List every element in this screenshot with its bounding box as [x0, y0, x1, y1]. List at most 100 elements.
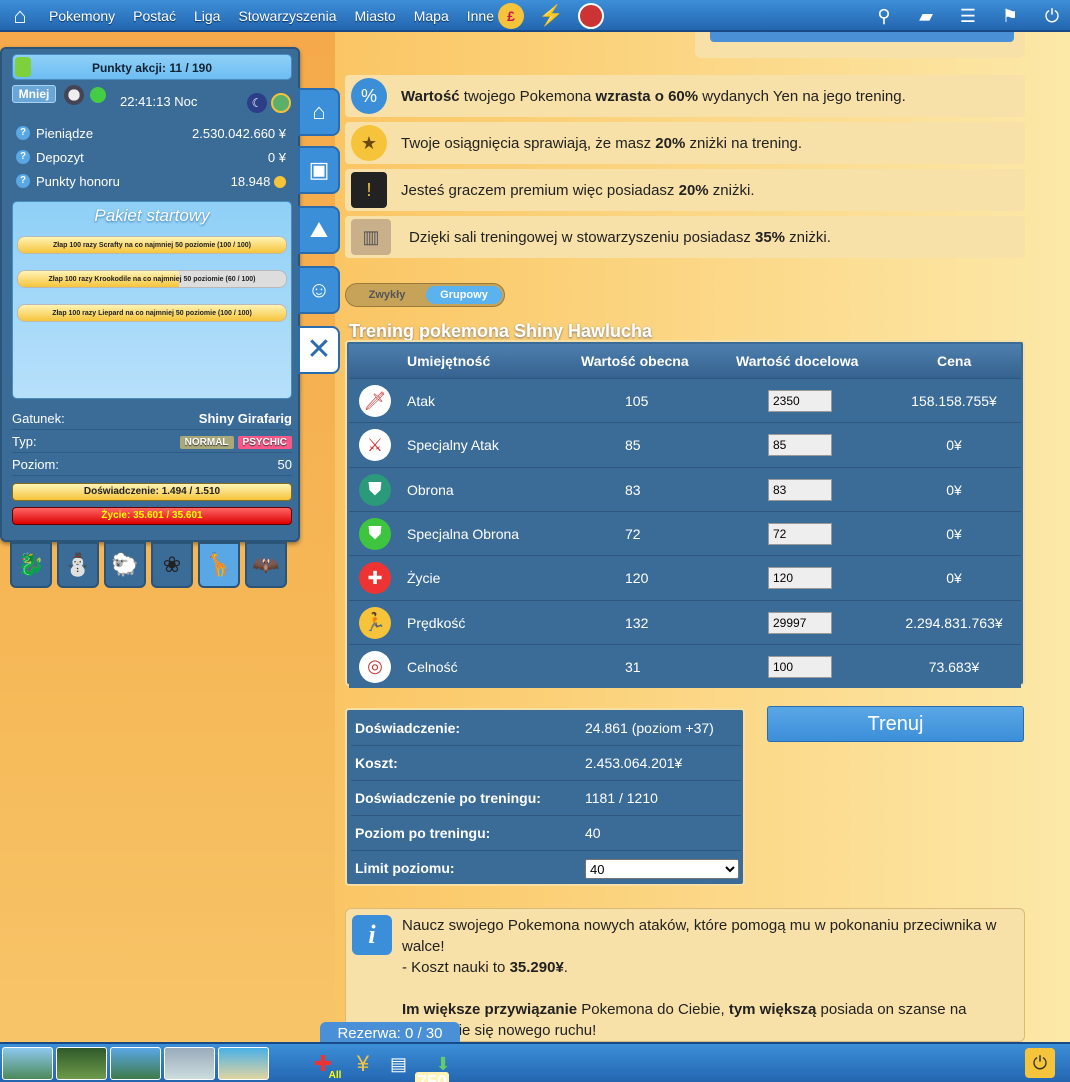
- coin-icon[interactable]: [271, 93, 291, 113]
- stat-price: 0¥: [946, 481, 962, 498]
- honor-coin-icon: [274, 176, 286, 189]
- power-icon[interactable]: ⏻: [1042, 6, 1062, 27]
- clock: 22:41:13 Noc: [120, 94, 197, 109]
- stat-target-input[interactable]: [768, 655, 832, 678]
- hp-bar: Życie: 35.601 / 35.601: [12, 507, 292, 525]
- yen-icon[interactable]: ¥: [350, 1050, 376, 1078]
- left-panel: Punkty akcji: 11 / 190 Mniej 22:41:13 No…: [0, 47, 300, 542]
- lightning-icon[interactable]: ⚡: [538, 3, 564, 29]
- stat-row: 🗡 Atak 105 158.158.755¥: [349, 378, 1021, 422]
- summary-row: Doświadczenie po treningu: 1181 / 1210: [351, 781, 741, 816]
- nav-mapa[interactable]: Mapa: [405, 0, 458, 32]
- info4-post: zniżki.: [785, 228, 831, 246]
- money-transfer-icon[interactable]: ⬇: [430, 1050, 456, 1078]
- shield-icon: ⛊: [359, 473, 391, 506]
- info-line3: Im większe przywiązanie Pokemona do Cieb…: [402, 999, 1018, 1041]
- heal-all-label: All: [328, 1070, 342, 1081]
- premium-icon: !: [351, 172, 387, 208]
- summary-row: Koszt: 2.453.064.201¥: [351, 746, 741, 781]
- coin-shop-icon[interactable]: £: [498, 3, 524, 29]
- starter-pack: Pakiet startowy Złap 100 razy Scrafty na…: [12, 201, 292, 399]
- stat-row: ⛊ Specjalna Obrona 72 0¥: [349, 510, 1021, 555]
- nav-liga[interactable]: Liga: [185, 0, 229, 32]
- target-icon: ◎: [359, 650, 391, 683]
- map-thumbnail[interactable]: [110, 1047, 161, 1080]
- percent-icon: %: [351, 78, 387, 114]
- stat-target-input[interactable]: [768, 567, 832, 590]
- quest-label: Złap 100 razy Scrafty na co najmniej 50 …: [52, 242, 252, 249]
- lvl-after-label: Poziom po treningu:: [355, 825, 491, 841]
- summary-row: Doświadczenie: 24.861 (poziom +37): [351, 711, 741, 746]
- team-slot-selected[interactable]: 🦒: [198, 542, 240, 588]
- pokedex-icon[interactable]: [578, 3, 604, 29]
- map-thumbnail[interactable]: [2, 1047, 53, 1080]
- weather-icon: [64, 85, 84, 105]
- xp-bar: Doświadczenie: 1.494 / 1.510: [12, 483, 292, 501]
- tab-group[interactable]: Grupowy: [426, 286, 502, 304]
- map-thumbnail[interactable]: [56, 1047, 107, 1080]
- level-value: 50: [277, 456, 292, 472]
- info2-bold: 20%: [655, 134, 686, 152]
- team-slot[interactable]: 🦇: [245, 542, 287, 588]
- home-icon[interactable]: ⌂: [6, 2, 34, 30]
- stat-row: ⛊ Obrona 83 0¥: [349, 466, 1021, 511]
- stat-target-input[interactable]: [768, 611, 832, 634]
- team-slot[interactable]: ❀: [151, 542, 193, 588]
- logout-power-icon[interactable]: ⏻: [1025, 1048, 1055, 1078]
- honor-row: ? Punkty honoru 18.948: [12, 169, 292, 193]
- action-points-fill: [15, 57, 31, 77]
- tab-normal[interactable]: Zwykły: [348, 286, 426, 304]
- team-slot[interactable]: 🐑: [104, 542, 146, 588]
- team-slot[interactable]: ⛄: [57, 542, 99, 588]
- ticket-icon[interactable]: ▤750: [390, 1050, 450, 1082]
- train-button[interactable]: Trenuj: [767, 706, 1024, 742]
- status-icon: [90, 87, 106, 103]
- less-button[interactable]: Mniej: [12, 85, 56, 103]
- map-thumbnail[interactable]: [164, 1047, 215, 1080]
- xp-after-value: 1181 / 1210: [585, 790, 658, 806]
- header-price: Cena: [937, 353, 972, 369]
- info-row-achievements: ★ Twoje osiągnięcia sprawiają, że masz 2…: [345, 122, 1025, 164]
- search-icon[interactable]: ⚲: [874, 6, 894, 27]
- house-icon[interactable]: ⌂: [298, 88, 340, 136]
- info1-bold: wzrasta o 60%: [595, 87, 699, 105]
- stat-target-input[interactable]: [768, 522, 832, 545]
- info-line2-bold: 35.290¥: [509, 959, 564, 976]
- stat-target-input[interactable]: [768, 478, 832, 501]
- info-icon: i: [352, 915, 392, 955]
- nav-miasto[interactable]: Miasto: [345, 0, 404, 32]
- stat-current: 120: [625, 570, 649, 587]
- trainer-icon[interactable]: ☺: [298, 266, 340, 314]
- level-label: Poziom:: [12, 456, 59, 472]
- running-icon: 🏃: [359, 606, 391, 639]
- nav-inne[interactable]: Inne: [458, 0, 503, 32]
- gym-building-icon: ▥: [351, 219, 391, 255]
- stat-target-input[interactable]: [768, 434, 832, 457]
- nav-pokemony[interactable]: Pokemony: [40, 0, 124, 32]
- honor-label: Punkty honoru: [36, 173, 120, 189]
- stat-row: ✚ Życie 120 0¥: [349, 555, 1021, 600]
- stat-name: Specjalna Obrona: [407, 525, 520, 542]
- close-icon[interactable]: ✕: [298, 326, 340, 374]
- help-icon[interactable]: ?: [16, 150, 30, 164]
- team-slot[interactable]: 🐉: [10, 542, 52, 588]
- map-thumbnail[interactable]: [218, 1047, 269, 1080]
- nav-postac[interactable]: Postać: [124, 0, 185, 32]
- nav-stowarzyszenia[interactable]: Stowarzyszenia: [229, 0, 345, 32]
- mountain-icon[interactable]: ⛰: [298, 206, 340, 254]
- stat-target-input[interactable]: [768, 390, 832, 412]
- level-limit-select[interactable]: 40: [585, 859, 739, 879]
- chat-icon[interactable]: ▰: [916, 6, 936, 27]
- help-icon[interactable]: ?: [16, 174, 30, 188]
- xp-label: Doświadczenie:: [355, 720, 461, 736]
- stat-current: 105: [625, 393, 649, 409]
- server-icon[interactable]: ☰: [958, 6, 978, 27]
- help-icon[interactable]: ?: [16, 126, 30, 140]
- announcement-icon[interactable]: ⚑: [1000, 6, 1020, 27]
- header-target: Wartość docelowa: [736, 353, 859, 369]
- heal-all-icon[interactable]: ✚ All: [310, 1050, 342, 1081]
- backpack-icon[interactable]: ▣: [298, 146, 340, 194]
- stat-row: 🏃 Prędkość 132 2.294.831.763¥: [349, 599, 1021, 644]
- stat-price: 2.294.831.763¥: [905, 614, 1003, 631]
- header-skill: Umiejętność: [407, 353, 491, 369]
